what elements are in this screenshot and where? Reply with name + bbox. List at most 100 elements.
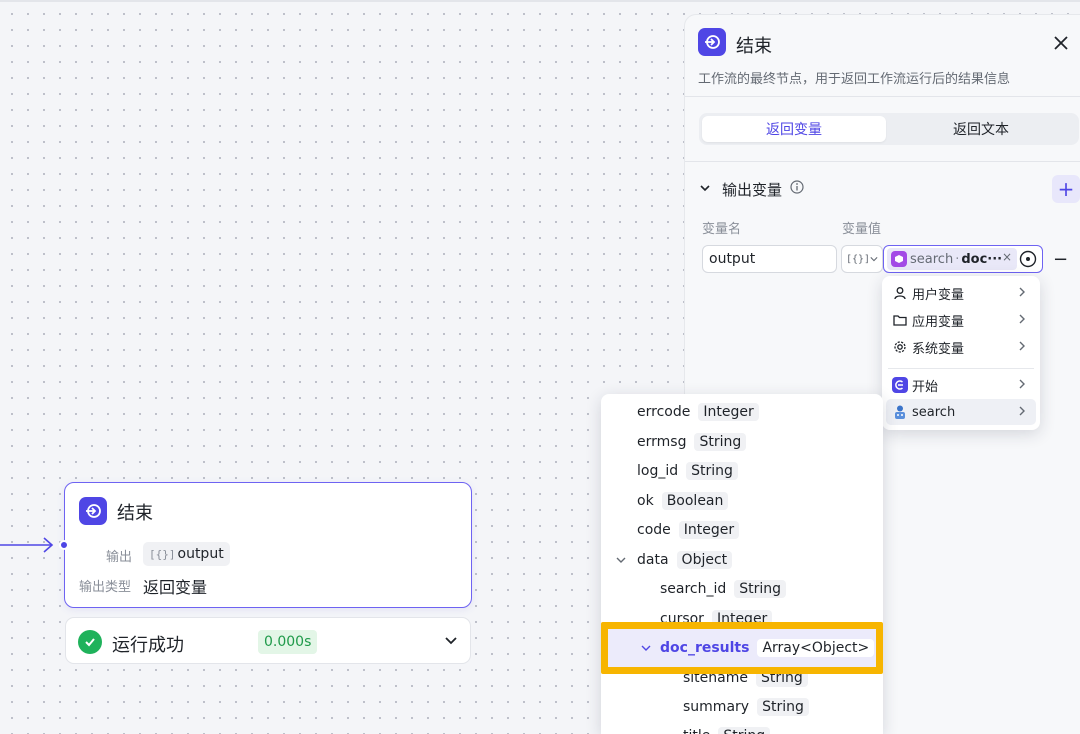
field-name: title <box>683 728 710 734</box>
field-item-code[interactable]: code Integer <box>637 518 740 542</box>
search-output-fields-menu: errcode Integer errmsg String log_id Str… <box>601 394 883 734</box>
target-icon[interactable] <box>1018 249 1038 269</box>
search-node-icon <box>892 404 908 420</box>
node-type-value: 返回变量 <box>143 578 208 597</box>
array-type-icon: [{}] <box>149 547 176 561</box>
menu-item-start-node[interactable]: 开始 <box>886 372 1036 398</box>
panel-header: 结束 工作流的最终节点，用于返回工作流运行后的结果信息 <box>685 15 1080 97</box>
menu-item-app-variables[interactable]: 应用变量 <box>886 307 1036 333</box>
run-status-bar[interactable]: 运行成功 0.000s <box>65 617 471 664</box>
node-input-handle[interactable] <box>59 540 69 550</box>
chevron-right-icon <box>1019 341 1025 351</box>
variable-reference-chip[interactable]: search · doc··· <box>887 248 1017 270</box>
value-type-select[interactable]: [{}] <box>841 245 883 273</box>
field-type-badge: String <box>686 462 738 480</box>
output-mode-tabs: 返回变量 返回文本 <box>699 113 1079 145</box>
field-name: ok <box>637 493 654 509</box>
collapse-chevron-icon[interactable] <box>699 182 711 194</box>
variable-source-menu: 用户变量 应用变量 系统变量 开始 search <box>882 276 1040 430</box>
remove-variable-button[interactable]: − <box>1053 249 1068 270</box>
array-type-icon: [{}] <box>846 253 871 265</box>
variable-name-input[interactable] <box>702 245 837 273</box>
menu-divider <box>888 368 1034 369</box>
check-circle-icon <box>78 630 102 654</box>
field-name: errmsg <box>637 434 687 450</box>
field-item-cursor[interactable]: cursor Integer <box>660 607 773 631</box>
tab-return-text[interactable]: 返回文本 <box>889 116 1073 142</box>
field-item-title[interactable]: title String <box>683 724 771 734</box>
end-node[interactable]: 结束 输出 [{}] output 输出类型 返回变量 <box>59 482 472 608</box>
field-item-search-id[interactable]: search_id String <box>660 577 787 601</box>
end-node-icon <box>698 28 726 56</box>
expand-chevron-icon[interactable] <box>615 554 627 566</box>
field-type-badge: String <box>734 580 787 598</box>
field-type-badge: String <box>718 727 771 734</box>
chevron-right-icon <box>1019 287 1025 297</box>
field-type-badge: Boolean <box>661 492 729 510</box>
field-item-sitename[interactable]: sitename String <box>683 666 808 690</box>
field-type-badge: Integer <box>711 610 773 628</box>
run-status-text: 运行成功 <box>112 635 184 656</box>
field-name: code <box>637 522 671 538</box>
menu-item-label: 开始 <box>912 379 939 395</box>
field-name: log_id <box>637 463 679 479</box>
end-node-icon <box>79 497 107 525</box>
field-name: search_id <box>660 581 727 597</box>
user-icon <box>892 285 908 301</box>
menu-item-label: 系统变量 <box>912 341 965 357</box>
chevron-right-icon <box>1019 406 1025 416</box>
chevron-down-icon[interactable] <box>444 634 458 648</box>
node-type-label: 输出类型 <box>79 580 132 595</box>
reference-separator: · <box>955 251 960 267</box>
column-variable-name: 变量名 <box>702 222 742 237</box>
variable-value-field[interactable]: search · doc··· × <box>883 245 1043 273</box>
menu-item-label: 应用变量 <box>912 314 965 330</box>
node-output-chip: [{}] output <box>143 542 230 566</box>
close-icon[interactable] <box>1049 31 1073 55</box>
field-name: data <box>637 552 669 568</box>
plugin-cube-icon <box>891 251 907 267</box>
folder-icon <box>892 312 908 328</box>
field-type-badge: String <box>757 698 809 716</box>
chevron-down-icon <box>870 257 878 262</box>
menu-item-search-node[interactable]: search <box>886 399 1036 425</box>
menu-item-user-variables[interactable]: 用户变量 <box>886 280 1036 306</box>
field-item-errcode[interactable]: errcode Integer <box>637 400 759 424</box>
expand-chevron-icon[interactable] <box>640 642 652 654</box>
node-title: 结束 <box>117 503 153 524</box>
field-item-data[interactable]: data Object <box>637 548 733 572</box>
field-type-badge: Integer <box>698 403 759 421</box>
reference-field: doc··· <box>961 251 1003 267</box>
info-icon[interactable] <box>790 180 804 194</box>
tab-return-variable[interactable]: 返回变量 <box>702 116 886 142</box>
field-type-badge: String <box>694 433 747 451</box>
field-item-doc-results[interactable]: doc_results Array<Object> <box>660 636 875 660</box>
start-node-icon <box>892 377 908 393</box>
output-variables-title: 输出变量 <box>722 181 783 199</box>
field-type-badge: String <box>756 669 808 687</box>
field-name: cursor <box>660 611 704 627</box>
gear-icon <box>892 339 908 355</box>
panel-description: 工作流的最终节点，用于返回工作流运行后的结果信息 <box>698 72 1011 87</box>
run-duration-badge: 0.000s <box>258 630 318 654</box>
field-item-log-id[interactable]: log_id String <box>637 459 738 483</box>
top-border <box>0 0 1080 2</box>
menu-item-label: 用户变量 <box>912 287 965 303</box>
field-item-errmsg[interactable]: errmsg String <box>637 430 747 454</box>
panel-title: 结束 <box>736 36 772 57</box>
node-output-label: 输出 <box>106 550 133 565</box>
node-output-var: output <box>177 546 224 562</box>
menu-item-label: search <box>912 404 956 420</box>
field-name: sitename <box>683 670 748 686</box>
field-item-ok[interactable]: ok Boolean <box>637 489 729 513</box>
chevron-right-icon <box>1019 314 1025 324</box>
field-item-summary[interactable]: summary String <box>683 695 809 719</box>
field-type-badge: Object <box>676 551 733 569</box>
field-name: doc_results <box>660 640 750 656</box>
column-variable-value: 变量值 <box>842 222 882 237</box>
add-variable-button[interactable]: + <box>1052 175 1080 203</box>
divider <box>685 161 1080 162</box>
menu-item-system-variables[interactable]: 系统变量 <box>886 334 1036 360</box>
edge-arrow <box>0 537 54 553</box>
clear-reference-icon[interactable]: × <box>1002 250 1012 264</box>
